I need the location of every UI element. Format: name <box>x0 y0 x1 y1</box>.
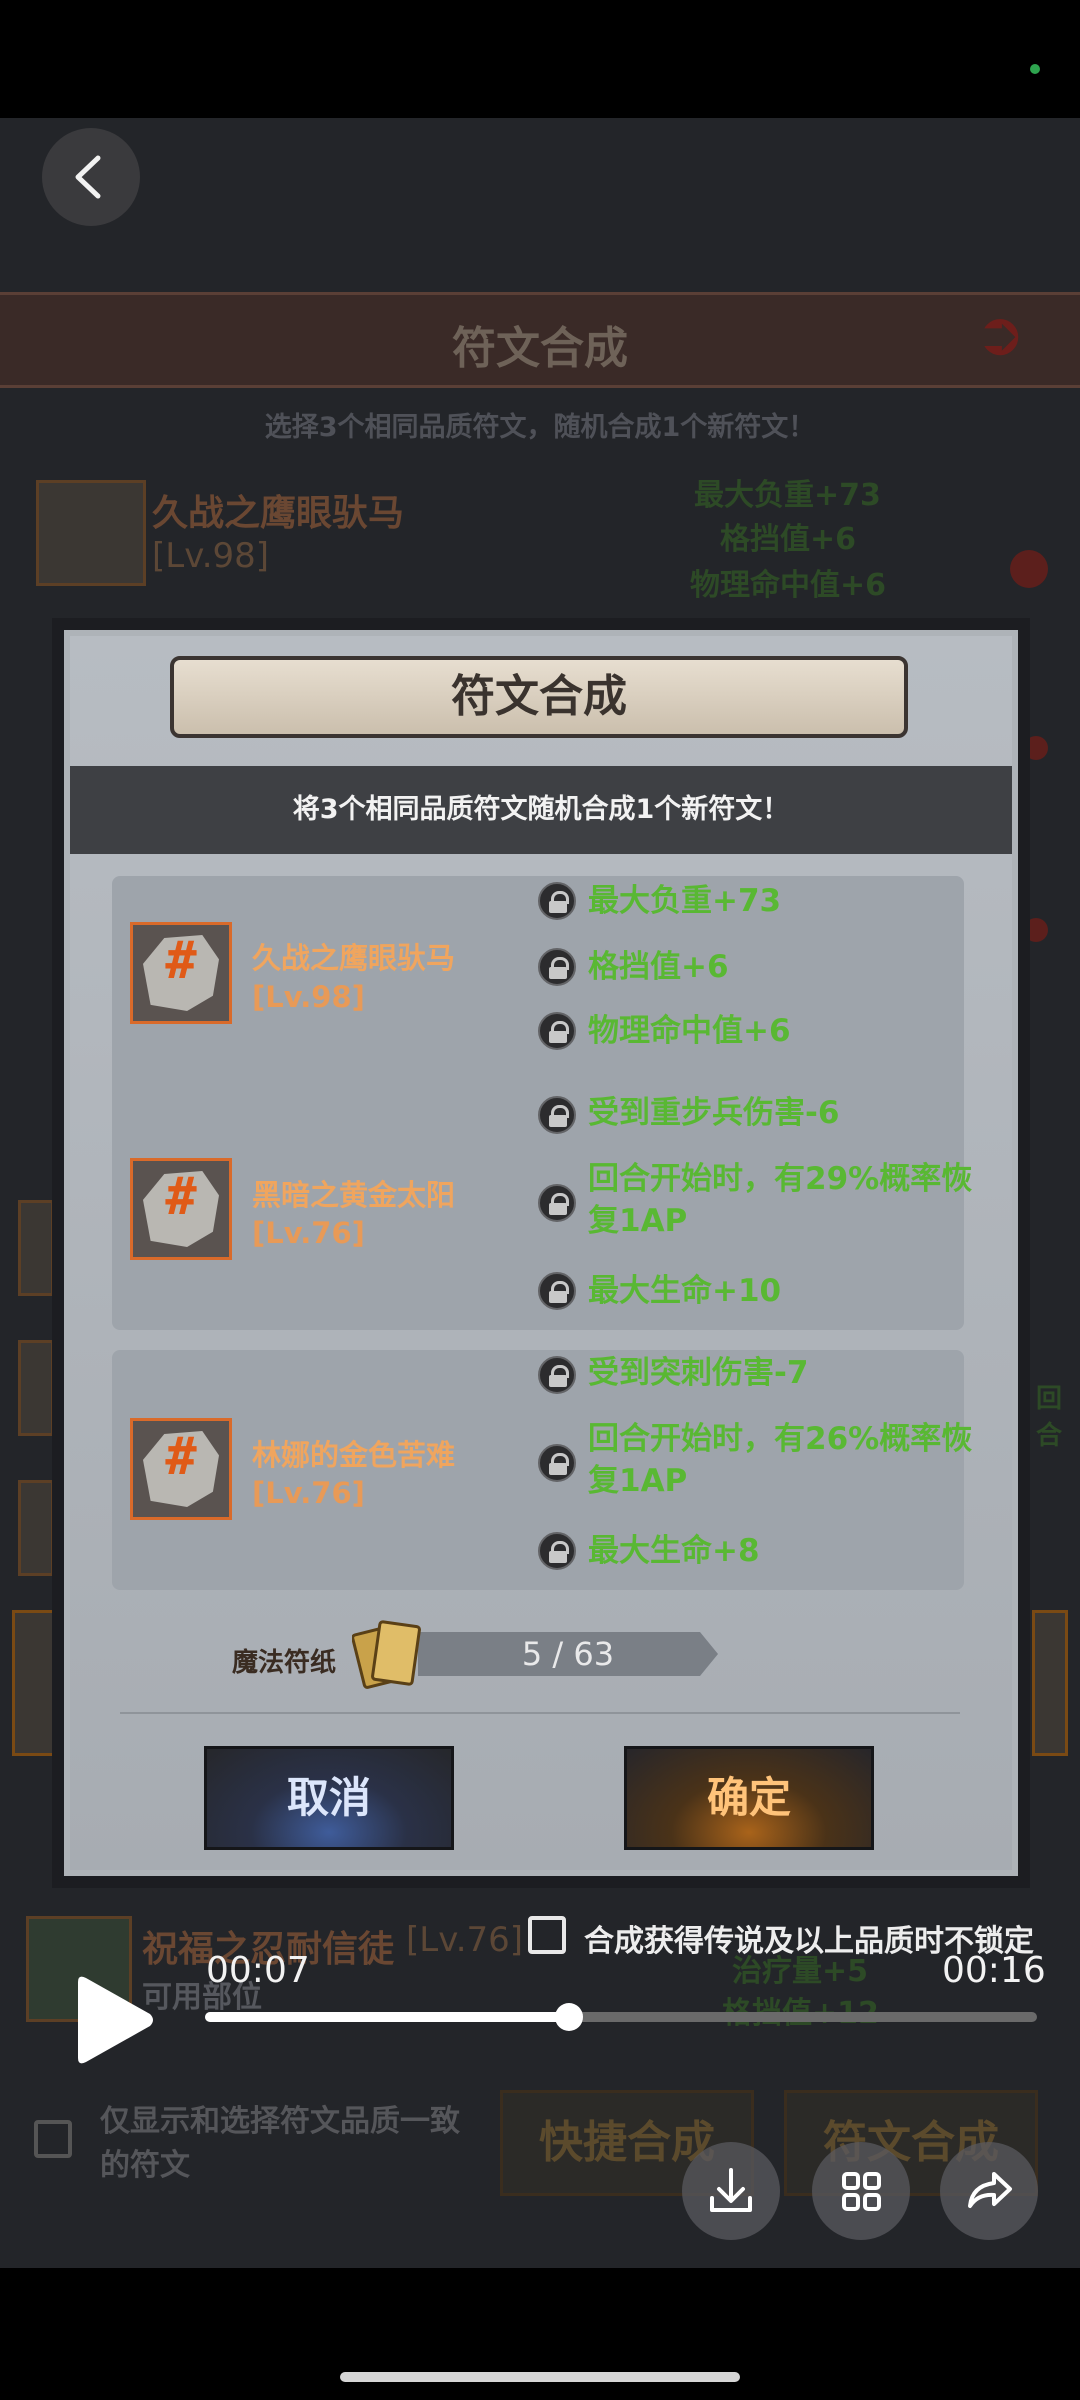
modal-title: 符文合成 <box>451 671 627 722</box>
paper-label: 魔法符纸 <box>232 1648 337 1678</box>
rune-row <box>112 876 964 1116</box>
bg-rune-stat: 最大负重+73 <box>694 478 881 513</box>
padlock-icon[interactable] <box>538 882 576 920</box>
rune-name: 久战之鹰眼驮马 <box>252 941 456 975</box>
bg-rune-level: [Lv.98] <box>152 536 270 576</box>
rune-stat: 最大生命+10 <box>588 1273 782 1309</box>
download-icon <box>710 2168 752 2212</box>
rune-name: 林娜的金色苦难 <box>252 1438 456 1472</box>
return-arrow-icon[interactable]: ➲ <box>975 304 1065 364</box>
bg-header-title: 符文合成 <box>452 323 628 374</box>
rune-level: [Lv.76] <box>252 1216 365 1250</box>
bg-rune-name: 久战之鹰眼驮马 <box>152 493 405 534</box>
rune-name: 黑暗之黄金太阳 <box>252 1178 456 1212</box>
scroll-paper-icon <box>351 1612 432 1692</box>
home-indicator[interactable] <box>340 2372 740 2382</box>
modal-instruction: 将3个相同品质符文随机合成1个新符文！ <box>70 766 1012 854</box>
current-time: 00:07 <box>206 1950 310 1991</box>
padlock-icon[interactable] <box>538 1184 576 1222</box>
progress-thumb[interactable] <box>555 2003 583 2031</box>
play-icon <box>78 1976 153 2064</box>
bg-filter-checkbox[interactable] <box>34 2120 72 2158</box>
progress-fill <box>205 2012 569 2022</box>
grid-button[interactable] <box>812 2142 910 2240</box>
bg-rune-slot[interactable] <box>36 480 146 586</box>
rune-stat: 受到重步兵伤害-6 <box>588 1095 840 1131</box>
rune-level: [Lv.98] <box>252 980 365 1014</box>
chevron-left-icon <box>75 155 101 199</box>
bg-rune-stat: 格挡值+6 <box>720 522 857 557</box>
bg-rune-slot[interactable] <box>18 1200 54 1296</box>
padlock-icon[interactable] <box>538 1096 576 1134</box>
rune-stat: 最大负重+73 <box>588 883 782 919</box>
grid-icon <box>842 2172 881 2211</box>
paper-count: 5 / 63 <box>521 1635 615 1673</box>
bg-rune-stat: 物理命中值+6 <box>690 568 887 603</box>
padlock-icon[interactable] <box>538 1356 576 1394</box>
rune-stat: 受到突刺伤害-7 <box>588 1355 809 1391</box>
divider <box>120 1712 960 1714</box>
bg-rune-slot[interactable] <box>1032 1610 1068 1756</box>
rune-level: [Lv.76] <box>252 1476 365 1510</box>
rune-stat: 回合开始时，有29%概率恢复1AP <box>588 1161 973 1239</box>
status-indicator-dot <box>1030 64 1040 74</box>
bg-filter-label: 仅显示和选择符文品质一致的符文 <box>100 2104 460 2183</box>
padlock-icon[interactable] <box>538 1444 576 1482</box>
rune-stat: 回合开始时，有26%概率恢复1AP <box>588 1421 973 1499</box>
cancel-button[interactable]: 取消 <box>204 1746 454 1850</box>
rune-stone-icon: # <box>130 922 232 1024</box>
bg-rune-level: [Lv.76] <box>406 1920 524 1960</box>
modal-title-banner: 符文合成 <box>170 656 908 738</box>
rune-stat: 最大生命+8 <box>588 1533 760 1569</box>
bg-subtitle: 选择3个相同品质符文，随机合成1个新符文！ <box>264 412 816 443</box>
bg-rune-stat: 格挡值+12 <box>722 1988 879 2032</box>
back-button[interactable] <box>42 128 140 226</box>
rune-stat: 格挡值+6 <box>588 949 729 985</box>
share-button[interactable] <box>940 2142 1038 2240</box>
rune-stat: 物理命中值+6 <box>588 1013 791 1049</box>
total-time: 00:16 <box>942 1950 1046 1991</box>
remove-rune-icon[interactable] <box>1010 550 1048 588</box>
padlock-icon[interactable] <box>538 948 576 986</box>
bg-rune-slot[interactable] <box>18 1340 54 1436</box>
play-button[interactable] <box>64 1972 160 2068</box>
share-icon <box>968 2172 1012 2208</box>
lock-option-checkbox[interactable] <box>528 1916 566 1954</box>
confirm-button[interactable]: 确定 <box>624 1746 874 1850</box>
bg-rune-slot[interactable] <box>18 1480 54 1576</box>
rune-stone-icon: # <box>130 1158 232 1260</box>
padlock-icon[interactable] <box>538 1272 576 1310</box>
padlock-icon[interactable] <box>538 1532 576 1570</box>
padlock-icon[interactable] <box>538 1012 576 1050</box>
download-button[interactable] <box>682 2142 780 2240</box>
bg-right-edge-text: 回合 <box>1036 1384 1063 1451</box>
rune-stone-icon: # <box>130 1418 232 1520</box>
